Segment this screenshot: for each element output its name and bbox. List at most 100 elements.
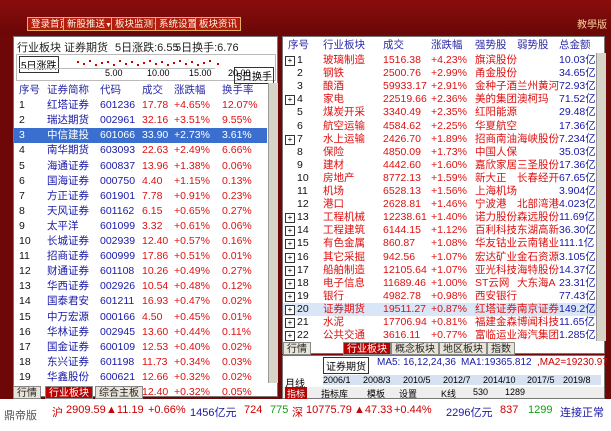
stock-row[interactable]: 9 太平洋 601099 3.32 +0.61% 0.06% [14, 219, 267, 234]
sector-row[interactable]: +14 工程建筑 6144.15 +1.12% 百利科技 东湖高新 36.30亿 [283, 224, 597, 237]
toolbar-button-news[interactable]: 板块资讯 [195, 17, 242, 31]
stock-cell: 32.16 [142, 114, 169, 127]
tab-quotes-left[interactable]: 行情 [13, 386, 41, 399]
stock-row[interactable]: 7 方正证券 601901 7.78 +0.91% 0.23% [14, 189, 267, 204]
expand-icon[interactable]: + [285, 95, 295, 106]
stock-cell: 600837 [100, 159, 136, 172]
sector-row[interactable]: +13 工程机械 12238.61 +1.40% 诺力股份 森远股份 11.69亿 [283, 211, 597, 224]
sector-row[interactable]: +7 水上运输 2426.70 +1.89% 招商南油 海峡股份 7.234亿 [283, 133, 597, 146]
right-scrollbar[interactable] [596, 53, 606, 341]
sector-row[interactable]: 2 钢铁 2500.76 +2.99% 甬金股份 34.65亿 [283, 67, 597, 80]
sector-row[interactable]: +4 家电 22519.66 +2.36% 美的集团 澳柯玛 71.52亿 [283, 93, 597, 106]
stock-row[interactable]: 3 中信建投 601066 33.90 +2.73% 3.61% [14, 128, 267, 144]
stock-row[interactable]: 17 国金证券 600109 12.53 +0.40% 0.02% [14, 340, 267, 355]
connection-status[interactable]: 连接正常 [560, 404, 604, 420]
stock-row[interactable]: 6 国海证券 000750 4.40 +1.15% 0.13% [14, 174, 267, 189]
expand-icon[interactable]: + [285, 252, 295, 263]
sector-row[interactable]: 11 机场 6528.13 +1.56% 上海机场 3.904亿 [283, 185, 597, 198]
mode-1289[interactable]: 1289 [505, 387, 525, 397]
stock-cell: 10.54 [142, 280, 169, 293]
year-2: 2008/3 [363, 375, 391, 385]
stock-row[interactable]: 13 华西证券 002926 10.54 +0.48% 0.12% [14, 279, 267, 294]
sector-row[interactable]: 6 航空运输 4584.62 +2.25% 华夏航空 17.36亿 [283, 120, 597, 133]
stock-row[interactable]: 15 中万宏源 000166 4.50 +0.45% 0.01% [14, 310, 267, 325]
sector-row[interactable]: +16 其它采掘 942.56 +1.07% 宏达矿业 金石资源 3.105亿 [283, 251, 597, 264]
expand-icon[interactable]: + [285, 278, 295, 289]
sector-row[interactable]: 5 煤炭开采 3340.49 +2.35% 红阳能源 29.48亿 [283, 106, 597, 119]
sector-row[interactable]: +21 水泥 17706.94 +0.81% 福建金森 博闻科技 11.65亿 [283, 316, 597, 329]
sector-row[interactable]: +18 电子信息 11689.46 +1.00% ST云网 大东海A 23.31亿 [283, 277, 597, 290]
tab-mainboard-left[interactable]: 综合主板 [95, 386, 143, 399]
left-scrollbar[interactable] [268, 83, 278, 383]
stock-row[interactable]: 5 海通证券 600837 13.96 +1.38% 0.06% [14, 159, 267, 174]
stock-cell: 太平洋 [47, 219, 79, 232]
tab-index[interactable]: 指数 [487, 342, 515, 355]
sector-cell: 8 [297, 145, 303, 158]
stock-row[interactable]: 12 财通证券 601108 10.26 +0.49% 0.27% [14, 264, 267, 279]
sector-row[interactable]: 10 房地产 8772.13 +1.59% 新大正 长春经开 67.65亿 [283, 172, 597, 185]
stock-row[interactable]: 8 天风证券 601162 6.15 +0.65% 0.27% [14, 204, 267, 219]
stock-cell: +0.65% [174, 204, 210, 217]
tab-industry-left[interactable]: 行业板块 [45, 386, 93, 399]
expand-icon[interactable]: + [285, 226, 295, 237]
expand-icon[interactable]: + [285, 239, 295, 250]
expand-icon[interactable]: + [285, 304, 295, 315]
stock-cell: +0.51% [174, 250, 210, 263]
expand-icon[interactable]: + [285, 331, 295, 342]
toolbar-settings-label: 系统设置 [159, 19, 198, 30]
sector-row[interactable]: +20 证券期货 19511.27 +0.87% 红塔证券 南京证券 149.2亿 [283, 302, 597, 316]
sector-row[interactable]: +15 有色金属 860.87 +1.08% 华友钴业 云南锗业 111.1亿 [283, 237, 597, 250]
sector-cell: 7.234亿 [559, 132, 596, 145]
expand-icon[interactable]: + [285, 291, 295, 302]
sector-cell: +1.60% [431, 158, 467, 171]
tab-industry-right[interactable]: 行业板块 [343, 342, 391, 355]
stock-cell: +0.57% [174, 235, 210, 247]
sector-cell: 金石资源 [517, 250, 559, 263]
sector-row[interactable]: 9 建材 4442.60 +1.60% 嘉欣家居 三圣股份 17.36亿 [283, 159, 597, 172]
sector-cell: 942.56 [383, 250, 416, 263]
tab-region[interactable]: 地区板块 [439, 342, 487, 355]
sector-cell: 8772.13 [383, 171, 421, 184]
stock-row[interactable]: 1 红塔证券 601236 17.78 +4.65% 12.07% [14, 98, 267, 113]
tab-concept[interactable]: 概念板块 [391, 342, 439, 355]
sector-row[interactable]: 12 港口 2628.81 +1.46% 宁波港 北部湾港 4.023亿 [283, 198, 597, 211]
stock-cell: +0.49% [174, 265, 210, 278]
sector-row[interactable]: 8 保险 4850.09 +1.73% 中国人保 35.03亿 [283, 146, 597, 159]
sector-row[interactable]: +22 公共交通 3616.11 +0.77% 富临运业 海汽集团 1.285亿 [283, 329, 597, 342]
sector-row[interactable]: +1 玻璃制造 1516.38 +4.23% 旗滨股份 10.03亿 [283, 54, 597, 67]
mode-530[interactable]: 530 [473, 387, 488, 397]
stock-row[interactable]: 18 东兴证券 601198 11.73 +0.34% 0.03% [14, 355, 267, 370]
stock-row[interactable]: 2 瑞达期货 002961 32.16 +3.51% 9.55% [14, 113, 267, 128]
sector-cell: 18 [297, 276, 309, 289]
stock-row[interactable]: 10 长城证券 002939 12.40 +0.57% 0.16% [14, 234, 267, 249]
sector-cell: 6144.15 [383, 224, 421, 237]
stock-cell: 海通证券 [47, 159, 89, 172]
col-index: 序号 [19, 84, 40, 96]
expand-icon[interactable]: + [285, 265, 295, 276]
sector-cell: 34.65亿 [559, 67, 596, 80]
sector-cell: 西安银行 [475, 289, 517, 302]
sector-cell: 华友钴业 [475, 237, 517, 250]
stock-row[interactable]: 14 国泰君安 601211 16.93 +0.47% 0.02% [14, 294, 267, 309]
sh-down: 775 [270, 404, 289, 416]
expand-icon[interactable]: + [285, 56, 295, 66]
col-turnover: 换手率 [222, 84, 254, 96]
sector-row[interactable]: 3 酿酒 59933.17 +2.91% 金种子酒 兰州黄河 72.93亿 [283, 80, 597, 93]
expand-icon[interactable]: + [285, 134, 295, 145]
stock-row[interactable]: 16 华林证券 002945 13.60 +0.44% 0.11% [14, 325, 267, 340]
sector-cell: 水泥 [323, 316, 344, 328]
sector-row[interactable]: +19 银行 4982.78 +0.98% 西安银行 77.43亿 [283, 290, 597, 303]
sh-up: 724 [244, 404, 263, 416]
stock-row[interactable]: 19 华鑫股份 600621 12.66 +0.32% 0.02% [14, 370, 267, 385]
toolbar-button-newstock[interactable]: 新股推送▼ [63, 17, 116, 31]
expand-icon[interactable]: + [285, 318, 295, 328]
sector-cell: 12105.64 [383, 263, 427, 276]
stock-cell: 4.50 [142, 310, 163, 323]
stock-row[interactable]: 11 招商证券 600999 17.86 +0.51% 0.01% [14, 249, 267, 264]
tab-quotes-right[interactable]: 行情 [283, 342, 311, 355]
sector-cell: 77.43亿 [559, 289, 596, 302]
sector-row[interactable]: +17 船舶制造 12105.64 +1.07% 亚光科技 海特股份 14.37亿 [283, 264, 597, 277]
stock-row[interactable]: 4 南华期货 603093 22.63 +2.49% 6.66% [14, 143, 267, 158]
sector-cell: 19 [297, 289, 309, 302]
expand-icon[interactable]: + [285, 213, 295, 224]
